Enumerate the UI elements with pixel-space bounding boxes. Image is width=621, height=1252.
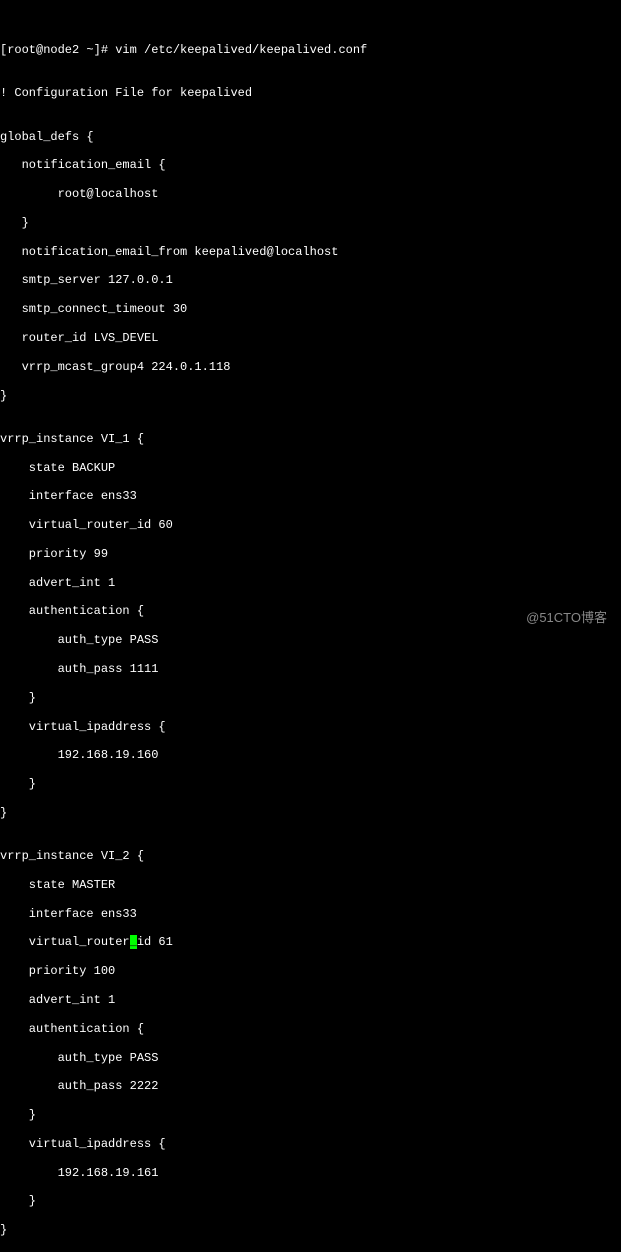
- vi2-router-id-line: virtual_router_id 61: [0, 935, 621, 949]
- vrrp-mcast: vrrp_mcast_group4 224.0.1.118: [0, 360, 621, 374]
- root-localhost: root@localhost: [0, 187, 621, 201]
- vi2-router-post: id 61: [137, 935, 173, 949]
- vi2-vip-close: }: [0, 1194, 621, 1208]
- router-id: router_id LVS_DEVEL: [0, 331, 621, 345]
- config-header: ! Configuration File for keepalived: [0, 86, 621, 100]
- vi2-interface: interface ens33: [0, 907, 621, 921]
- vi1-auth-pass: auth_pass 1111: [0, 662, 621, 676]
- vi1-auth-type: auth_type PASS: [0, 633, 621, 647]
- close-brace: }: [0, 806, 621, 820]
- vi2-auth-open: authentication {: [0, 1022, 621, 1036]
- vi1-open: vrrp_instance VI_1 {: [0, 432, 621, 446]
- vi1-router-id: virtual_router_id 60: [0, 518, 621, 532]
- global-defs-open: global_defs {: [0, 130, 621, 144]
- vi1-auth-close: }: [0, 691, 621, 705]
- notification-email-from: notification_email_from keepalived@local…: [0, 245, 621, 259]
- vi2-vip-open: virtual_ipaddress {: [0, 1137, 621, 1151]
- vi2-advert: advert_int 1: [0, 993, 621, 1007]
- smtp-timeout: smtp_connect_timeout 30: [0, 302, 621, 316]
- partial-top-line: [0, 14, 621, 28]
- close-brace: }: [0, 1223, 621, 1237]
- close-brace: }: [0, 216, 621, 230]
- vi2-vip: 192.168.19.161: [0, 1166, 621, 1180]
- vi1-vip: 192.168.19.160: [0, 748, 621, 762]
- vi1-interface: interface ens33: [0, 489, 621, 503]
- cursor: _: [130, 935, 137, 949]
- watermark: @51CTO博客: [526, 610, 607, 626]
- vi1-vip-close: }: [0, 777, 621, 791]
- close-brace: }: [0, 389, 621, 403]
- vi1-vip-open: virtual_ipaddress {: [0, 720, 621, 734]
- vi2-state: state MASTER: [0, 878, 621, 892]
- vi2-router-pre: virtual_router: [0, 935, 130, 949]
- vi1-priority: priority 99: [0, 547, 621, 561]
- vi1-state: state BACKUP: [0, 461, 621, 475]
- prompt-line: [root@node2 ~]# vim /etc/keepalived/keep…: [0, 43, 621, 57]
- vi2-auth-pass: auth_pass 2222: [0, 1079, 621, 1093]
- vi2-auth-type: auth_type PASS: [0, 1051, 621, 1065]
- vi2-open: vrrp_instance VI_2 {: [0, 849, 621, 863]
- vi2-auth-close: }: [0, 1108, 621, 1122]
- smtp-server: smtp_server 127.0.0.1: [0, 273, 621, 287]
- notification-email-open: notification_email {: [0, 158, 621, 172]
- vi1-advert: advert_int 1: [0, 576, 621, 590]
- vi2-priority: priority 100: [0, 964, 621, 978]
